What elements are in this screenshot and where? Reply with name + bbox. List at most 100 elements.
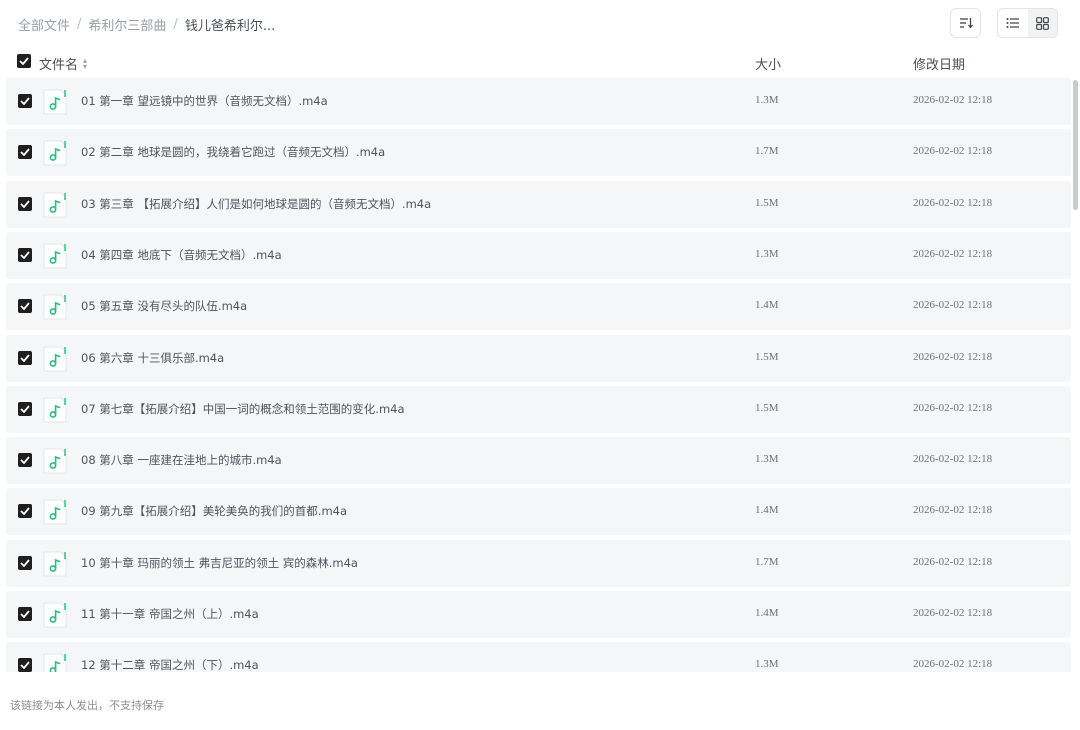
file-date: 2026-02-02 12:18 — [913, 401, 993, 414]
row-checkbox[interactable] — [18, 299, 32, 314]
check-icon — [20, 405, 30, 413]
table-row[interactable]: 11 第十一章 帝国之州（上）.m4a 1.4M 2026-02-02 12:18 — [6, 591, 1071, 638]
file-date: 2026-02-02 12:18 — [913, 196, 993, 209]
row-checkbox[interactable] — [18, 196, 32, 211]
file-date: 2026-02-02 12:18 — [913, 350, 993, 363]
scrollbar[interactable] — [1073, 80, 1078, 210]
table-row[interactable]: 02 第二章 地球是圆的，我绕着它跑过（音频无文档）.m4a 1.7M 2026-0… — [6, 129, 1071, 177]
column-header-name-label: 文件名 — [39, 58, 79, 73]
check-icon — [20, 302, 30, 311]
row-checkbox[interactable] — [18, 607, 32, 621]
file-name[interactable]: 07 第七章【拓展介绍】中国一词的概念和领土范围的变化.m4a — [81, 401, 405, 417]
row-checkbox[interactable] — [18, 350, 32, 365]
table-row[interactable]: 04 第四章 地底下（音频无文档）.m4a 1.3M 2026-02-02 12:1… — [6, 231, 1071, 279]
column-header-size[interactable]: 大小 — [755, 54, 781, 73]
check-icon — [20, 200, 30, 208]
file-date: 2026-02-02 12:18 — [913, 247, 993, 260]
file-name[interactable]: 08 第八章 一座建在洼地上的城市.m4a — [81, 452, 282, 468]
file-size: 1.7M — [755, 145, 779, 158]
file-size: 1.3M — [755, 247, 779, 260]
sort-icon — [959, 18, 973, 29]
table-row[interactable]: 03 第三章 【拓展介绍】人们是如何地球是圆的（音频无文档）.m4a 1.5M 20… — [6, 180, 1071, 228]
row-checkbox[interactable] — [18, 145, 32, 160]
audio-file-icon — [43, 89, 67, 115]
file-size: 1.3M — [755, 658, 779, 671]
sort-button[interactable] — [950, 8, 981, 38]
check-icon — [20, 251, 30, 259]
file-name[interactable]: 04 第四章 地底下（音频无文档）.m4a — [81, 247, 282, 263]
table-row[interactable]: 05 第五章 没有尽头的队伍.m4a 1.4M 2026-02-02 12:18 — [6, 283, 1071, 331]
table-row[interactable]: 09 第九章【拓展介绍】美轮美奂的我们的首都.m4a 1.4M 2026-02-02… — [6, 488, 1071, 536]
check-icon — [20, 610, 30, 618]
file-date: 2026-02-02 12:18 — [913, 299, 993, 312]
file-name[interactable]: 02 第二章 地球是圆的，我绕着它跑过（音频无文档）.m4a — [81, 144, 385, 160]
select-all-checkbox[interactable] — [17, 54, 31, 68]
list-view-button[interactable] — [998, 9, 1028, 37]
file-date: 2026-02-02 12:18 — [913, 555, 993, 568]
check-icon — [20, 148, 30, 157]
row-checkbox[interactable] — [18, 555, 32, 570]
grid-view-icon — [1035, 16, 1049, 30]
row-checkbox[interactable] — [18, 247, 32, 262]
file-size: 1.4M — [755, 299, 779, 312]
file-size: 1.4M — [755, 504, 779, 517]
table-row[interactable]: 07 第七章【拓展介绍】中国一词的概念和领土范围的变化.m4a 1.5M 2026-… — [6, 385, 1071, 433]
footer-notice: 该链接为本人发出，不支持保存 — [10, 699, 164, 712]
table-row[interactable]: 08 第八章 一座建在洼地上的城市.m4a 1.3M 2026-02-02 12:1… — [6, 437, 1071, 485]
audio-file-icon — [43, 294, 67, 320]
breadcrumb-current: 钱儿爸希利尔... — [184, 19, 276, 34]
file-size: 1.5M — [755, 196, 779, 209]
check-icon — [19, 57, 29, 65]
table-row[interactable]: 06 第六章 十三俱乐部.m4a 1.5M 2026-02-02 12:18 — [6, 334, 1071, 382]
breadcrumb: 全部文件 / 希利尔三部曲 / 钱儿爸希利尔... — [18, 15, 275, 34]
row-checkbox[interactable] — [18, 453, 32, 468]
file-name[interactable]: 11 第十一章 帝国之州（上）.m4a — [81, 606, 259, 622]
check-icon — [20, 559, 30, 567]
breadcrumb-separator: / — [77, 17, 82, 32]
file-size: 1.5M — [755, 350, 779, 363]
file-name[interactable]: 05 第五章 没有尽头的队伍.m4a — [81, 298, 247, 314]
view-toggle — [997, 8, 1058, 38]
check-icon — [20, 661, 30, 670]
table-row[interactable]: 12 第十二章 帝国之州（下）.m4a 1.3M 2026-02-02 12:18 — [6, 642, 1071, 672]
file-name[interactable]: 01 第一章 望远镜中的世界（音频无文档）.m4a — [81, 93, 328, 109]
row-checkbox[interactable] — [18, 504, 32, 519]
file-list: 01 第一章 望远镜中的世界（音频无文档）.m4a 1.3M 2026-02-02 … — [0, 78, 1072, 672]
table-row[interactable]: 01 第一章 望远镜中的世界（音频无文档）.m4a 1.3M 2026-02-02 … — [6, 78, 1071, 125]
file-name[interactable]: 03 第三章 【拓展介绍】人们是如何地球是圆的（音频无文档）.m4a — [81, 196, 431, 212]
audio-file-icon — [43, 192, 67, 218]
column-header-date[interactable]: 修改日期 — [913, 54, 965, 73]
file-date: 2026-02-02 12:18 — [913, 145, 993, 158]
audio-file-icon — [43, 499, 67, 525]
audio-file-icon — [43, 140, 67, 166]
file-size: 1.4M — [755, 607, 779, 619]
file-date: 2026-02-02 12:18 — [913, 607, 993, 619]
sort-caret-icon: ▴ ▾ — [83, 55, 88, 71]
file-name[interactable]: 09 第九章【拓展介绍】美轮美奂的我们的首都.m4a — [81, 503, 347, 519]
audio-file-icon — [43, 397, 67, 423]
check-icon — [20, 353, 30, 362]
table-header: 文件名 ▴ ▾ 大小 修改日期 — [0, 48, 1080, 76]
row-checkbox[interactable] — [18, 94, 32, 108]
table-row[interactable]: 10 第十章 玛丽的领土 弗吉尼亚的领土 宾的森林.m4a 1.7M 2026-02… — [6, 539, 1071, 587]
file-name[interactable]: 06 第六章 十三俱乐部.m4a — [81, 350, 224, 366]
audio-file-icon — [43, 653, 67, 672]
audio-file-icon — [43, 448, 67, 474]
list-view-icon — [1006, 18, 1019, 28]
breadcrumb-item-folder[interactable]: 希利尔三部曲 — [88, 15, 166, 34]
grid-view-button[interactable] — [1027, 9, 1057, 37]
audio-file-icon — [43, 243, 67, 269]
audio-file-icon — [43, 602, 67, 628]
file-size: 1.7M — [755, 555, 779, 568]
row-checkbox[interactable] — [18, 401, 32, 416]
file-name[interactable]: 12 第十二章 帝国之州（下）.m4a — [81, 657, 259, 672]
file-name[interactable]: 10 第十章 玛丽的领土 弗吉尼亚的领土 宾的森林.m4a — [81, 555, 358, 571]
file-size: 1.3M — [755, 94, 779, 106]
check-icon — [20, 507, 30, 516]
row-checkbox[interactable] — [18, 658, 32, 672]
column-header-name[interactable]: 文件名 ▴ ▾ — [39, 54, 87, 73]
file-size: 1.5M — [755, 401, 779, 414]
file-date: 2026-02-02 12:18 — [913, 453, 993, 466]
breadcrumb-item-all-files[interactable]: 全部文件 — [18, 15, 70, 34]
file-size: 1.3M — [755, 453, 779, 466]
